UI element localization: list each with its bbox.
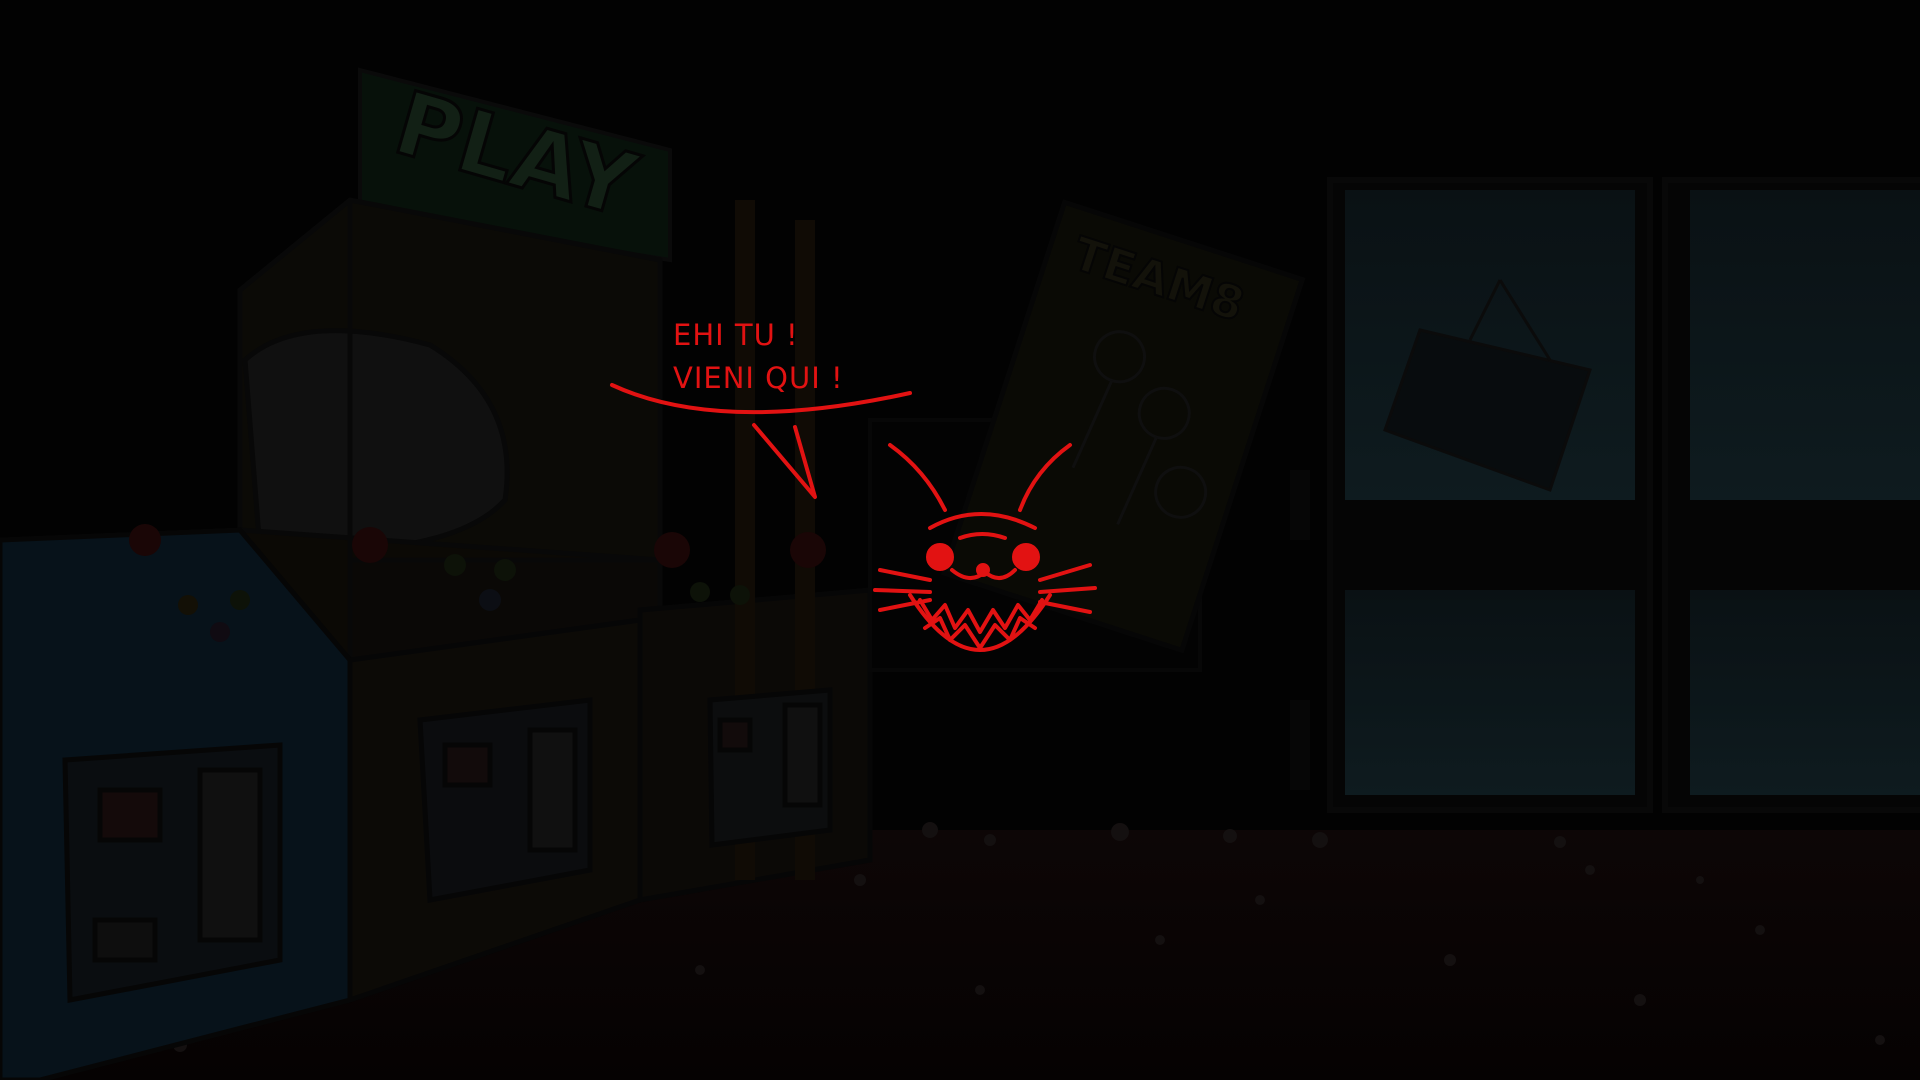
arcade-cabinet-blue [0, 527, 353, 1080]
dialogue-line-1: EHI TU ! [673, 318, 799, 352]
dialogue-line-2: VIENI QUI ! [673, 361, 844, 395]
glass-doors [1290, 177, 1920, 813]
arcade-scene: PLAY TEAM8 [0, 0, 1920, 1080]
